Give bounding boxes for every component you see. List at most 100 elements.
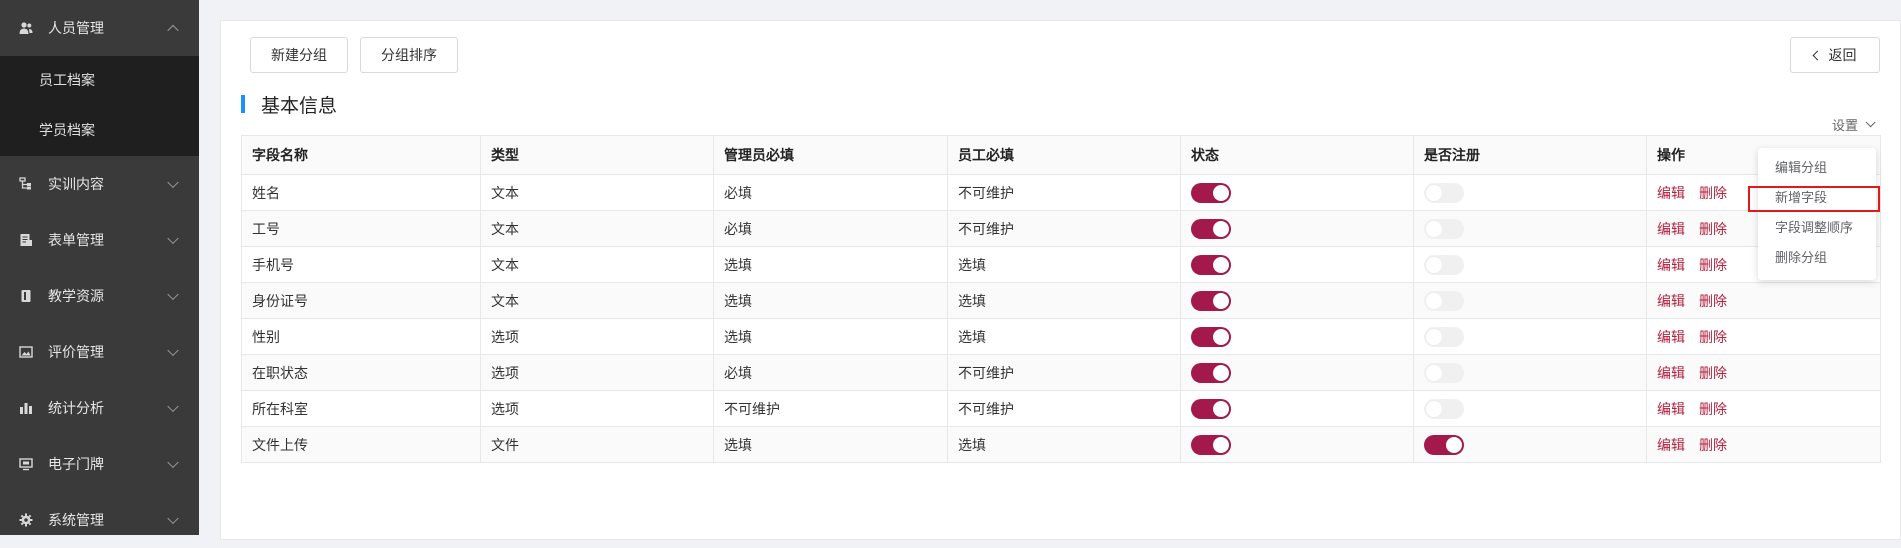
sidebar-item-personnel[interactable]: 人员管理 — [0, 0, 199, 56]
sidebar-item-door-sign[interactable]: 电子门牌 — [0, 436, 199, 492]
table-row: 身份证号 文本 选填 选填 编辑 删除 — [242, 283, 1880, 319]
edit-link[interactable]: 编辑 — [1657, 255, 1685, 275]
column-header: 类型 — [481, 136, 714, 174]
toggle-knob — [1213, 292, 1229, 309]
chevron-down-icon — [167, 456, 179, 469]
delete-link[interactable]: 删除 — [1699, 291, 1727, 311]
edit-link[interactable]: 编辑 — [1657, 183, 1685, 203]
sidebar-subitem-student-profile[interactable]: 学员档案 — [0, 106, 199, 156]
field-type-cell: 选项 — [481, 355, 714, 390]
menu-item-add-field[interactable]: 新增字段 — [1758, 184, 1876, 214]
status-toggle[interactable] — [1191, 290, 1231, 311]
delete-link[interactable]: 删除 — [1699, 435, 1727, 455]
field-type-cell: 文本 — [481, 175, 714, 210]
toggle-knob — [1446, 436, 1462, 453]
table-row: 性别 选项 选填 选填 编辑 删除 — [242, 319, 1880, 355]
register-toggle[interactable] — [1424, 254, 1464, 275]
field-name-cell: 文件上传 — [242, 427, 481, 462]
delete-link[interactable]: 删除 — [1699, 363, 1727, 383]
admin-required-cell: 必填 — [714, 175, 948, 210]
sidebar-item-label: 实训内容 — [48, 177, 104, 193]
menu-item-reorder-fields[interactable]: 字段调整顺序 — [1758, 214, 1876, 244]
register-cell — [1414, 427, 1647, 462]
sort-group-button[interactable]: 分组排序 — [360, 37, 458, 73]
sidebar-item-label: 表单管理 — [48, 233, 104, 249]
edit-link[interactable]: 编辑 — [1657, 219, 1685, 239]
register-toggle[interactable] — [1424, 290, 1464, 311]
admin-required-cell: 选填 — [714, 247, 948, 282]
sidebar-item-label: 电子门牌 — [48, 457, 104, 473]
admin-required-cell: 不可维护 — [714, 391, 948, 426]
status-toggle[interactable] — [1191, 434, 1231, 455]
status-toggle[interactable] — [1191, 398, 1231, 419]
edit-link[interactable]: 编辑 — [1657, 327, 1685, 347]
sidebar-item-label: 教学资源 — [48, 289, 104, 305]
staff-required-cell: 不可维护 — [948, 175, 1181, 210]
form-icon — [18, 232, 34, 248]
toggle-knob — [1213, 400, 1229, 417]
chevron-down-icon — [167, 288, 179, 301]
back-button[interactable]: 返回 — [1790, 37, 1880, 73]
delete-link[interactable]: 删除 — [1699, 399, 1727, 419]
sidebar-item-label: 系统管理 — [48, 513, 104, 529]
sidebar-item-forms[interactable]: 表单管理 — [0, 212, 199, 268]
toggle-knob — [1426, 184, 1442, 201]
sidebar-item-statistics[interactable]: 统计分析 — [0, 380, 199, 436]
toggle-knob — [1213, 328, 1229, 345]
status-toggle[interactable] — [1191, 326, 1231, 347]
register-toggle[interactable] — [1424, 362, 1464, 383]
column-header: 是否注册 — [1414, 136, 1647, 174]
staff-required-cell: 选填 — [948, 283, 1181, 318]
status-toggle[interactable] — [1191, 182, 1231, 203]
edit-link[interactable]: 编辑 — [1657, 363, 1685, 383]
status-cell — [1181, 247, 1414, 282]
delete-link[interactable]: 删除 — [1699, 219, 1727, 239]
tree-icon — [18, 176, 34, 192]
table-row: 工号 文本 必填 不可维护 编辑 删除 — [242, 211, 1880, 247]
register-toggle[interactable] — [1424, 182, 1464, 203]
field-type-cell: 文本 — [481, 211, 714, 246]
register-toggle[interactable] — [1424, 218, 1464, 239]
column-header: 员工必填 — [948, 136, 1181, 174]
status-toggle[interactable] — [1191, 362, 1231, 383]
sidebar-item-evaluation[interactable]: 评价管理 — [0, 324, 199, 380]
register-toggle[interactable] — [1424, 398, 1464, 419]
sidebar-item-system[interactable]: 系统管理 — [0, 492, 199, 548]
field-name-cell: 姓名 — [242, 175, 481, 210]
status-cell — [1181, 175, 1414, 210]
main-card: 新建分组 分组排序 返回 基本信息 设置 字段名称 类型 管理员必填 员工必填 … — [220, 20, 1901, 540]
edit-link[interactable]: 编辑 — [1657, 435, 1685, 455]
menu-item-edit-group[interactable]: 编辑分组 — [1758, 154, 1876, 184]
new-group-button[interactable]: 新建分组 — [250, 37, 348, 73]
chevron-up-icon — [167, 24, 179, 37]
field-name-cell: 身份证号 — [242, 283, 481, 318]
toggle-knob — [1426, 328, 1442, 345]
actions-cell: 编辑 删除 — [1647, 319, 1880, 354]
delete-link[interactable]: 删除 — [1699, 327, 1727, 347]
admin-required-cell: 选填 — [714, 319, 948, 354]
bar-chart-icon — [18, 400, 34, 416]
section-title: 基本信息 — [241, 91, 337, 117]
register-cell — [1414, 211, 1647, 246]
toggle-knob — [1426, 400, 1442, 417]
edit-link[interactable]: 编辑 — [1657, 291, 1685, 311]
edit-link[interactable]: 编辑 — [1657, 399, 1685, 419]
menu-item-delete-group[interactable]: 删除分组 — [1758, 244, 1876, 274]
status-toggle[interactable] — [1191, 218, 1231, 239]
admin-required-cell: 必填 — [714, 355, 948, 390]
sidebar-subitem-employee-profile[interactable]: 员工档案 — [0, 56, 199, 106]
delete-link[interactable]: 删除 — [1699, 183, 1727, 203]
status-toggle[interactable] — [1191, 254, 1231, 275]
chevron-left-icon — [1812, 50, 1822, 60]
settings-dropdown-trigger[interactable]: 设置 — [1832, 115, 1876, 134]
sidebar-item-resources[interactable]: 教学资源 — [0, 268, 199, 324]
admin-required-cell: 必填 — [714, 211, 948, 246]
register-toggle[interactable] — [1424, 434, 1464, 455]
field-name-cell: 性别 — [242, 319, 481, 354]
register-toggle[interactable] — [1424, 326, 1464, 347]
status-cell — [1181, 427, 1414, 462]
sidebar-item-training[interactable]: 实训内容 — [0, 156, 199, 212]
delete-link[interactable]: 删除 — [1699, 255, 1727, 275]
chevron-down-icon — [167, 512, 179, 525]
staff-required-cell: 不可维护 — [948, 211, 1181, 246]
